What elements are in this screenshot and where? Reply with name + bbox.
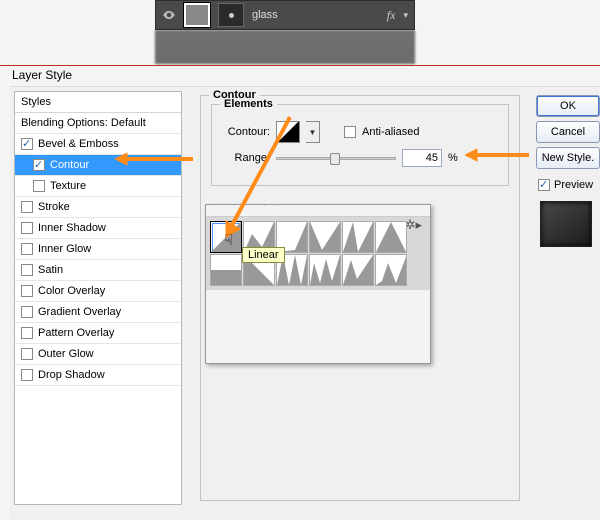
new-style-button[interactable]: New Style. (536, 147, 600, 169)
texture-row[interactable]: Texture (15, 176, 181, 197)
range-slider-thumb[interactable] (330, 153, 340, 165)
pattern-overlay-label: Pattern Overlay (38, 327, 114, 339)
range-unit: % (448, 152, 458, 164)
contour-preset-grid (206, 217, 430, 290)
picker-menu-icon[interactable]: ✲▸ (405, 217, 422, 233)
texture-label: Texture (50, 180, 86, 192)
dialog-body: Styles Blending Options: Default Bevel &… (10, 86, 600, 520)
stroke-checkbox[interactable] (21, 201, 33, 213)
gradient-overlay-checkbox[interactable] (21, 306, 33, 318)
drop-shadow-label: Drop Shadow (38, 369, 105, 381)
contour-dropdown-arrow[interactable]: ▼ (306, 121, 320, 143)
contour-preset[interactable] (210, 254, 242, 286)
layer-mask-thumbnail[interactable] (218, 3, 244, 27)
contour-settings-group: Contour Elements Contour: ▼ Anti-aliased… (200, 95, 520, 501)
bevel-emboss-row[interactable]: Bevel & Emboss (15, 134, 181, 155)
satin-label: Satin (38, 264, 63, 276)
layers-panel-row-blurred (155, 30, 415, 64)
outer-glow-label: Outer Glow (38, 348, 94, 360)
cursor-icon: ☟ (224, 231, 233, 249)
preview-swatch (540, 201, 592, 247)
stroke-label: Stroke (38, 201, 70, 213)
contour-swatch[interactable] (276, 121, 300, 143)
preview-checkbox[interactable] (538, 179, 550, 191)
bevel-emboss-label: Bevel & Emboss (38, 138, 119, 150)
contour-preset[interactable] (375, 221, 407, 253)
bevel-emboss-checkbox[interactable] (21, 138, 33, 150)
layer-name[interactable]: glass (252, 9, 278, 21)
dialog-buttons: OK Cancel New Style. Preview (536, 95, 600, 247)
contour-preset[interactable] (342, 221, 374, 253)
blending-options-row[interactable]: Blending Options: Default (15, 113, 181, 134)
contour-preset[interactable] (375, 254, 407, 286)
contour-preset[interactable] (342, 254, 374, 286)
range-input[interactable] (402, 149, 442, 167)
fx-badge[interactable]: fx (387, 8, 396, 23)
anti-aliased-checkbox[interactable] (344, 126, 356, 138)
fx-expand-icon[interactable]: ▾ (403, 10, 408, 21)
range-field-label: Range: (222, 152, 270, 164)
inner-shadow-checkbox[interactable] (21, 222, 33, 234)
outer-glow-row[interactable]: Outer Glow (15, 344, 181, 365)
contour-tooltip: Linear (242, 247, 285, 263)
color-overlay-checkbox[interactable] (21, 285, 33, 297)
inner-shadow-label: Inner Shadow (38, 222, 106, 234)
range-slider[interactable] (276, 157, 396, 160)
elements-title: Elements (220, 98, 277, 110)
contour-preset[interactable] (309, 254, 341, 286)
stroke-row[interactable]: Stroke (15, 197, 181, 218)
layers-panel-row: glass fx ▾ (155, 0, 415, 30)
pattern-overlay-row[interactable]: Pattern Overlay (15, 323, 181, 344)
contour-picker-popup: ✲▸ ☟ Linear (205, 204, 431, 364)
color-overlay-label: Color Overlay (38, 285, 105, 297)
dialog-title: Layer Style (12, 68, 72, 82)
contour-preset[interactable] (309, 221, 341, 253)
cancel-button[interactable]: Cancel (536, 121, 600, 143)
inner-glow-label: Inner Glow (38, 243, 91, 255)
dialog-top-border (0, 65, 600, 66)
pattern-overlay-checkbox[interactable] (21, 327, 33, 339)
styles-list: Styles Blending Options: Default Bevel &… (14, 91, 182, 505)
outer-glow-checkbox[interactable] (21, 348, 33, 360)
contour-label: Contour (50, 159, 89, 171)
satin-checkbox[interactable] (21, 264, 33, 276)
gradient-overlay-label: Gradient Overlay (38, 306, 121, 318)
contour-checkbox[interactable] (33, 159, 45, 171)
ok-button[interactable]: OK (536, 95, 600, 117)
visibility-icon[interactable] (162, 8, 176, 22)
texture-checkbox[interactable] (33, 180, 45, 192)
blending-options-label: Blending Options: Default (21, 117, 146, 129)
anti-aliased-label: Anti-aliased (362, 126, 419, 138)
layer-thumbnail[interactable] (184, 3, 210, 27)
inner-glow-checkbox[interactable] (21, 243, 33, 255)
elements-group: Elements Contour: ▼ Anti-aliased Range: … (211, 104, 509, 186)
satin-row[interactable]: Satin (15, 260, 181, 281)
contour-row[interactable]: Contour (15, 155, 181, 176)
preview-label: Preview (554, 179, 593, 191)
drop-shadow-checkbox[interactable] (21, 369, 33, 381)
drop-shadow-row[interactable]: Drop Shadow (15, 365, 181, 386)
styles-header[interactable]: Styles (15, 92, 181, 113)
inner-glow-row[interactable]: Inner Glow (15, 239, 181, 260)
contour-field-label: Contour: (222, 126, 270, 138)
color-overlay-row[interactable]: Color Overlay (15, 281, 181, 302)
gradient-overlay-row[interactable]: Gradient Overlay (15, 302, 181, 323)
inner-shadow-row[interactable]: Inner Shadow (15, 218, 181, 239)
